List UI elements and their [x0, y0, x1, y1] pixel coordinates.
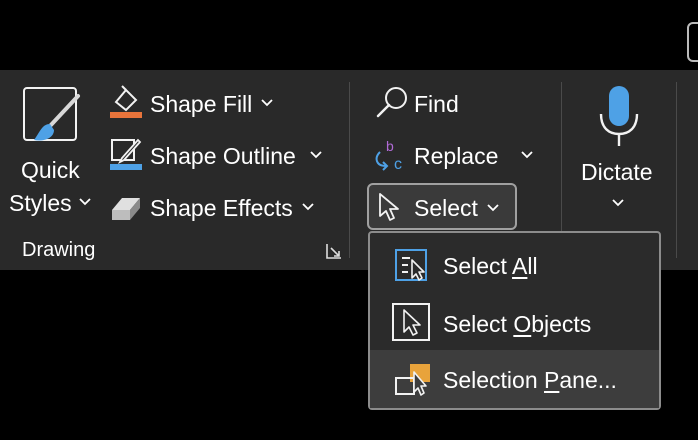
replace-icon: b c — [375, 138, 402, 173]
select-objects-label: Select Objects — [443, 311, 592, 337]
shape-fill-label: Shape Fill — [150, 91, 253, 117]
select-button[interactable]: Select — [367, 183, 517, 230]
quick-styles-label-2: Styles — [9, 190, 72, 216]
cursor-arrow-icon — [379, 193, 399, 221]
group-separator — [676, 82, 677, 258]
select-label: Select — [414, 195, 478, 221]
find-label: Find — [414, 91, 459, 117]
shape-outline-label: Shape Outline — [150, 143, 296, 169]
select-dropdown-menu: Select All Select Objects Selection Pane… — [368, 231, 661, 410]
chevron-down-icon — [487, 204, 499, 212]
shape-fill-button[interactable]: Shape Fill — [106, 84, 281, 122]
chevron-down-icon — [79, 198, 91, 206]
quick-styles-label-1: Quick — [21, 157, 80, 183]
pen-outline-icon — [110, 138, 142, 170]
dictate-label: Dictate — [581, 159, 653, 185]
selection-pane-icon — [395, 364, 430, 396]
svg-text:c: c — [394, 156, 402, 173]
menu-item-select-objects[interactable]: Select Objects — [370, 294, 659, 352]
shape-effects-label: Shape Effects — [150, 195, 293, 221]
chevron-down-icon — [521, 151, 533, 159]
selection-pane-label: Selection Pane... — [443, 367, 617, 393]
search-icon — [376, 87, 407, 118]
chevron-down-icon — [302, 203, 314, 211]
chevron-down-icon — [310, 151, 322, 159]
select-objects-icon — [392, 303, 430, 341]
replace-label: Replace — [414, 143, 499, 169]
quick-styles-icon — [23, 87, 80, 141]
quick-styles-button[interactable]: Quick Styles — [6, 82, 98, 222]
menu-item-select-all[interactable]: Select All — [370, 236, 659, 294]
chevron-down-icon — [612, 199, 624, 207]
paint-bucket-icon — [110, 85, 142, 118]
dialog-launcher-icon[interactable] — [326, 243, 342, 259]
menu-item-selection-pane[interactable]: Selection Pane... — [370, 350, 659, 408]
find-button[interactable]: Find — [368, 84, 468, 122]
group-separator — [349, 82, 350, 258]
select-all-label: Select All — [443, 253, 538, 279]
replace-button[interactable]: b c Replace — [368, 136, 538, 174]
shape-outline-button[interactable]: Shape Outline — [106, 136, 326, 174]
shape-effects-icon — [112, 198, 140, 220]
svg-text:b: b — [386, 138, 394, 154]
dictate-button[interactable]: Dictate — [572, 82, 672, 222]
chevron-down-icon — [261, 99, 273, 107]
drawing-group-label: Drawing — [22, 239, 96, 261]
microphone-icon — [599, 86, 639, 146]
shape-effects-button[interactable]: Shape Effects — [106, 188, 320, 226]
overflow-button[interactable] — [687, 22, 698, 62]
select-all-icon — [395, 249, 427, 281]
